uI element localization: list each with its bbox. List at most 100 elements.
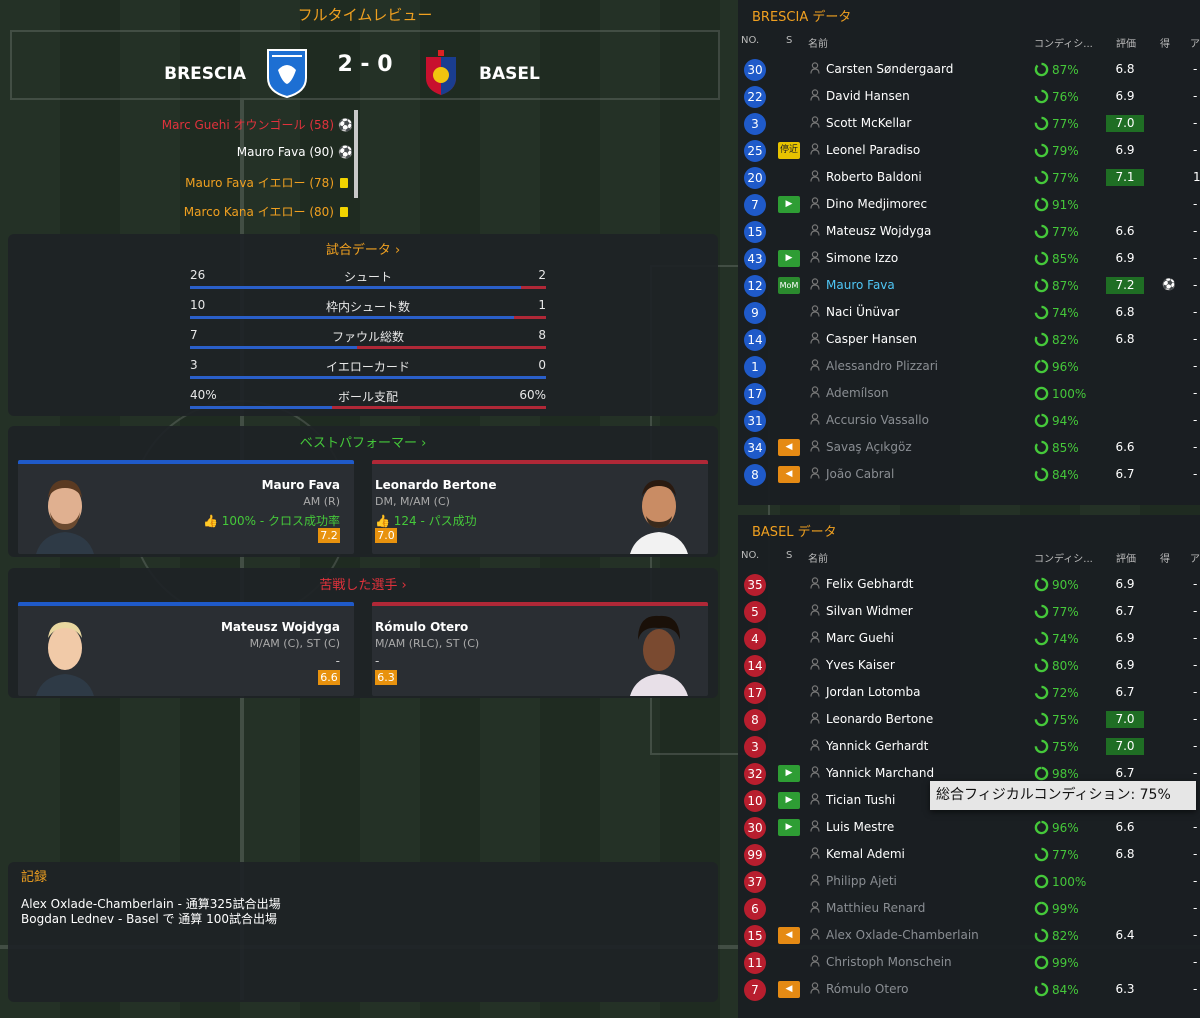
col-goals[interactable]: 得 bbox=[1160, 550, 1170, 565]
player-name[interactable]: Rómulo Otero bbox=[826, 982, 908, 996]
player-condition: 75% bbox=[1034, 712, 1079, 727]
stat-label: 枠内シュート数 bbox=[325, 300, 410, 314]
player-name[interactable]: Mateusz Wojdyga bbox=[826, 224, 931, 238]
player-row[interactable]: 22 David Hansen 76% 6.9 - bbox=[738, 83, 1200, 110]
col-extra[interactable]: ア bbox=[1190, 550, 1200, 565]
player-row[interactable]: 17 Ademílson 100% - bbox=[738, 380, 1200, 407]
player-name[interactable]: Scott McKellar bbox=[826, 116, 911, 130]
player-row[interactable]: 12 MoM Mauro Fava 87% 7.2 ⚽ - bbox=[738, 272, 1200, 299]
player-name[interactable]: Roberto Baldoni bbox=[826, 170, 922, 184]
match-score: 2 - 0 bbox=[337, 52, 393, 77]
player-name[interactable]: Christoph Monschein bbox=[826, 955, 952, 969]
player-name[interactable]: Yves Kaiser bbox=[826, 658, 895, 672]
player-name[interactable]: Luis Mestre bbox=[826, 820, 894, 834]
player-condition: 91% bbox=[1034, 197, 1079, 212]
player-name[interactable]: Yannick Marchand bbox=[826, 766, 934, 780]
player-extra-stat: - bbox=[1193, 766, 1198, 780]
col-condition[interactable]: コンディシ... bbox=[1034, 35, 1093, 50]
player-rating: 7.2 bbox=[318, 528, 340, 543]
player-row[interactable]: 37 Philipp Ajeti 100% - bbox=[738, 868, 1200, 895]
player-row[interactable]: 3 Scott McKellar 77% 7.0 - bbox=[738, 110, 1200, 137]
col-status[interactable]: S bbox=[786, 35, 792, 46]
player-row[interactable]: 20 Roberto Baldoni 77% 7.1 1 bbox=[738, 164, 1200, 191]
event-yellow-card: Mauro Fava イエロー (78) bbox=[185, 174, 350, 191]
player-row[interactable]: 9 Naci Ünüvar 74% 6.8 - bbox=[738, 299, 1200, 326]
player-row[interactable]: 8 Leonardo Bertone 75% 7.0 - bbox=[738, 706, 1200, 733]
player-row[interactable]: 15 ◀ Alex Oxlade-Chamberlain 82% 6.4 - bbox=[738, 922, 1200, 949]
player-name[interactable]: Yannick Gerhardt bbox=[826, 739, 928, 753]
player-row[interactable]: 7 ▶ Dino Medjimorec 91% - bbox=[738, 191, 1200, 218]
player-row[interactable]: 17 Jordan Lotomba 72% 6.7 - bbox=[738, 679, 1200, 706]
col-extra[interactable]: ア bbox=[1190, 35, 1200, 50]
condition-ring-icon bbox=[1034, 766, 1049, 781]
player-name[interactable]: Jordan Lotomba bbox=[826, 685, 921, 699]
col-rating[interactable]: 評価 bbox=[1116, 35, 1136, 50]
player-condition: 98% bbox=[1034, 766, 1079, 781]
player-name[interactable]: Carsten Søndergaard bbox=[826, 62, 953, 76]
player-name[interactable]: Philipp Ajeti bbox=[826, 874, 897, 888]
player-row[interactable]: 43 ▶ Simone Izzo 85% 6.9 - bbox=[738, 245, 1200, 272]
player-name[interactable]: Casper Hansen bbox=[826, 332, 917, 346]
player-name[interactable]: Silvan Widmer bbox=[826, 604, 913, 618]
col-no[interactable]: NO. bbox=[741, 550, 759, 561]
player-name[interactable]: Leonel Paradiso bbox=[826, 143, 920, 157]
player-row[interactable]: 4 Marc Guehi 74% 6.9 - bbox=[738, 625, 1200, 652]
player-row[interactable]: 35 Felix Gebhardt 90% 6.9 - bbox=[738, 571, 1200, 598]
player-row[interactable]: 25 停近 Leonel Paradiso 79% 6.9 - bbox=[738, 137, 1200, 164]
player-name[interactable]: Accursio Vassallo bbox=[826, 413, 929, 427]
condition-ring-icon bbox=[1034, 847, 1049, 862]
player-name[interactable]: Alessandro Plizzari bbox=[826, 359, 938, 373]
player-name[interactable]: Leonardo Bertone bbox=[826, 712, 933, 726]
col-status[interactable]: S bbox=[786, 550, 792, 561]
player-row[interactable]: 1 Alessandro Plizzari 96% - bbox=[738, 353, 1200, 380]
player-name[interactable]: David Hansen bbox=[826, 89, 910, 103]
shirt-number: 6 bbox=[744, 898, 766, 920]
player-row[interactable]: 34 ◀ Savaş Açıkgöz 85% 6.6 - bbox=[738, 434, 1200, 461]
col-rating[interactable]: 評価 bbox=[1116, 550, 1136, 565]
player-rating: 6.7 bbox=[1115, 685, 1135, 699]
struggled-players-link[interactable]: 苦戦した選手 › bbox=[8, 574, 718, 593]
player-name[interactable]: João Cabral bbox=[826, 467, 894, 481]
player-row[interactable]: 14 Casper Hansen 82% 6.8 - bbox=[738, 326, 1200, 353]
player-row[interactable]: 30 Carsten Søndergaard 87% 6.8 - bbox=[738, 56, 1200, 83]
player-name[interactable]: Matthieu Renard bbox=[826, 901, 925, 915]
player-row[interactable]: 99 Kemal Ademi 77% 6.8 - bbox=[738, 841, 1200, 868]
player-row[interactable]: 15 Mateusz Wojdyga 77% 6.6 - bbox=[738, 218, 1200, 245]
player-row[interactable]: 3 Yannick Gerhardt 75% 7.0 - bbox=[738, 733, 1200, 760]
player-name[interactable]: Savaş Açıkgöz bbox=[826, 440, 912, 454]
player-row[interactable]: 6 Matthieu Renard 99% - bbox=[738, 895, 1200, 922]
col-name[interactable]: 名前 bbox=[808, 35, 828, 50]
player-name[interactable]: Mauro Fava bbox=[826, 278, 895, 292]
worst-away-card[interactable]: Rómulo Otero M/AM (RLC), ST (C) - 6.3 bbox=[372, 602, 708, 696]
best-performers-link[interactable]: ベストパフォーマー › bbox=[8, 432, 718, 451]
worst-home-card[interactable]: Mateusz Wojdyga M/AM (C), ST (C) - 6.6 bbox=[18, 602, 354, 696]
condition-value: 98% bbox=[1052, 767, 1079, 781]
player-row[interactable]: 11 Christoph Monschein 99% - bbox=[738, 949, 1200, 976]
best-home-card[interactable]: Mauro Fava AM (R) 👍 100% - クロス成功率 7.2 bbox=[18, 460, 354, 554]
col-goals[interactable]: 得 bbox=[1160, 35, 1170, 50]
player-row[interactable]: 14 Yves Kaiser 80% 6.9 - bbox=[738, 652, 1200, 679]
player-name[interactable]: Marc Guehi bbox=[826, 631, 894, 645]
match-stats-panel: 試合データ › 26 シュート 2 10 枠内シュート数 1 7 ファウル総数 8 3 イエローカー… bbox=[8, 234, 718, 416]
col-condition[interactable]: コンディシ... bbox=[1034, 550, 1093, 565]
condition-ring-icon bbox=[1034, 577, 1049, 592]
player-row[interactable]: 31 Accursio Vassallo 94% - bbox=[738, 407, 1200, 434]
col-no[interactable]: NO. bbox=[741, 35, 759, 46]
player-name[interactable]: Ademílson bbox=[826, 386, 889, 400]
best-away-card[interactable]: Leonardo Bertone DM, M/AM (C) 👍 124 - パス… bbox=[372, 460, 708, 554]
player-row[interactable]: 30 ▶ Luis Mestre 96% 6.6 - bbox=[738, 814, 1200, 841]
match-stats-link[interactable]: 試合データ › bbox=[8, 239, 718, 258]
player-name[interactable]: Kemal Ademi bbox=[826, 847, 905, 861]
col-name[interactable]: 名前 bbox=[808, 550, 828, 565]
player-name[interactable]: Simone Izzo bbox=[826, 251, 898, 265]
player-name[interactable]: Felix Gebhardt bbox=[826, 577, 914, 591]
player-row[interactable]: 8 ◀ João Cabral 84% 6.7 - bbox=[738, 461, 1200, 488]
player-name[interactable]: Dino Medjimorec bbox=[826, 197, 927, 211]
shirt-number: 10 bbox=[744, 790, 766, 812]
player-name[interactable]: Tician Tushi bbox=[826, 793, 895, 807]
player-condition: 74% bbox=[1034, 631, 1079, 646]
player-row[interactable]: 5 Silvan Widmer 77% 6.7 - bbox=[738, 598, 1200, 625]
player-name[interactable]: Naci Ünüvar bbox=[826, 305, 899, 319]
player-row[interactable]: 7 ◀ Rómulo Otero 84% 6.3 - bbox=[738, 976, 1200, 1003]
player-name[interactable]: Alex Oxlade-Chamberlain bbox=[826, 928, 979, 942]
